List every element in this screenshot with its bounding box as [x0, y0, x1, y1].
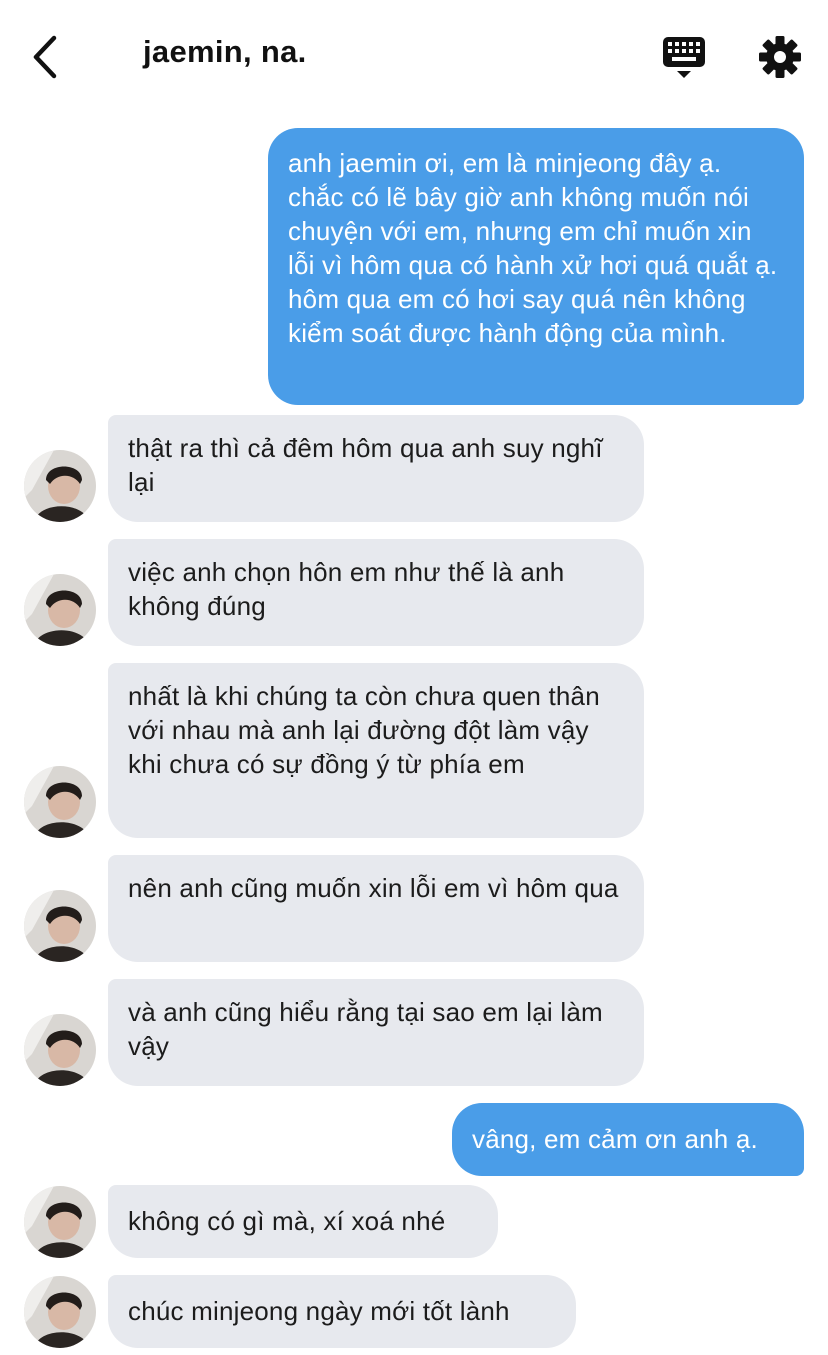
- incoming-message[interactable]: chúc minjeong ngày mới tốt lành: [108, 1275, 576, 1348]
- outgoing-message[interactable]: vâng, em cảm ơn anh ạ.: [452, 1103, 804, 1176]
- chat-header: jaemin, na.: [0, 0, 828, 112]
- contact-avatar[interactable]: [24, 1276, 96, 1348]
- avatar-photo: [24, 450, 96, 522]
- settings-button[interactable]: [758, 35, 802, 79]
- keyboard-icon: [663, 37, 705, 78]
- contact-avatar[interactable]: [24, 1186, 96, 1258]
- outgoing-message[interactable]: anh jaemin ơi, em là minjeong đây ạ. chắ…: [268, 128, 804, 405]
- incoming-message[interactable]: và anh cũng hiểu rằng tại sao em lại làm…: [108, 979, 644, 1086]
- avatar-photo: [24, 1186, 96, 1258]
- gear-icon: [759, 36, 801, 78]
- contact-avatar[interactable]: [24, 574, 96, 646]
- avatar-photo: [24, 1014, 96, 1086]
- incoming-message[interactable]: không có gì mà, xí xoá nhé: [108, 1185, 498, 1258]
- incoming-message[interactable]: nhất là khi chúng ta còn chưa quen thân …: [108, 663, 644, 838]
- contact-avatar[interactable]: [24, 890, 96, 962]
- contact-avatar[interactable]: [24, 766, 96, 838]
- incoming-message[interactable]: nên anh cũng muốn xin lỗi em vì hôm qua: [108, 855, 644, 962]
- back-button[interactable]: [28, 34, 62, 80]
- avatar-photo: [24, 890, 96, 962]
- chevron-left-icon: [33, 35, 57, 79]
- contact-avatar[interactable]: [24, 1014, 96, 1086]
- incoming-message[interactable]: việc anh chọn hôn em như thế là anh khôn…: [108, 539, 644, 646]
- incoming-message[interactable]: thật ra thì cả đêm hôm qua anh suy nghĩ …: [108, 415, 644, 522]
- avatar-photo: [24, 1276, 96, 1348]
- keyboard-button[interactable]: [662, 36, 706, 80]
- contact-avatar[interactable]: [24, 450, 96, 522]
- avatar-photo: [24, 574, 96, 646]
- avatar-photo: [24, 766, 96, 838]
- contact-name[interactable]: jaemin, na.: [143, 34, 307, 70]
